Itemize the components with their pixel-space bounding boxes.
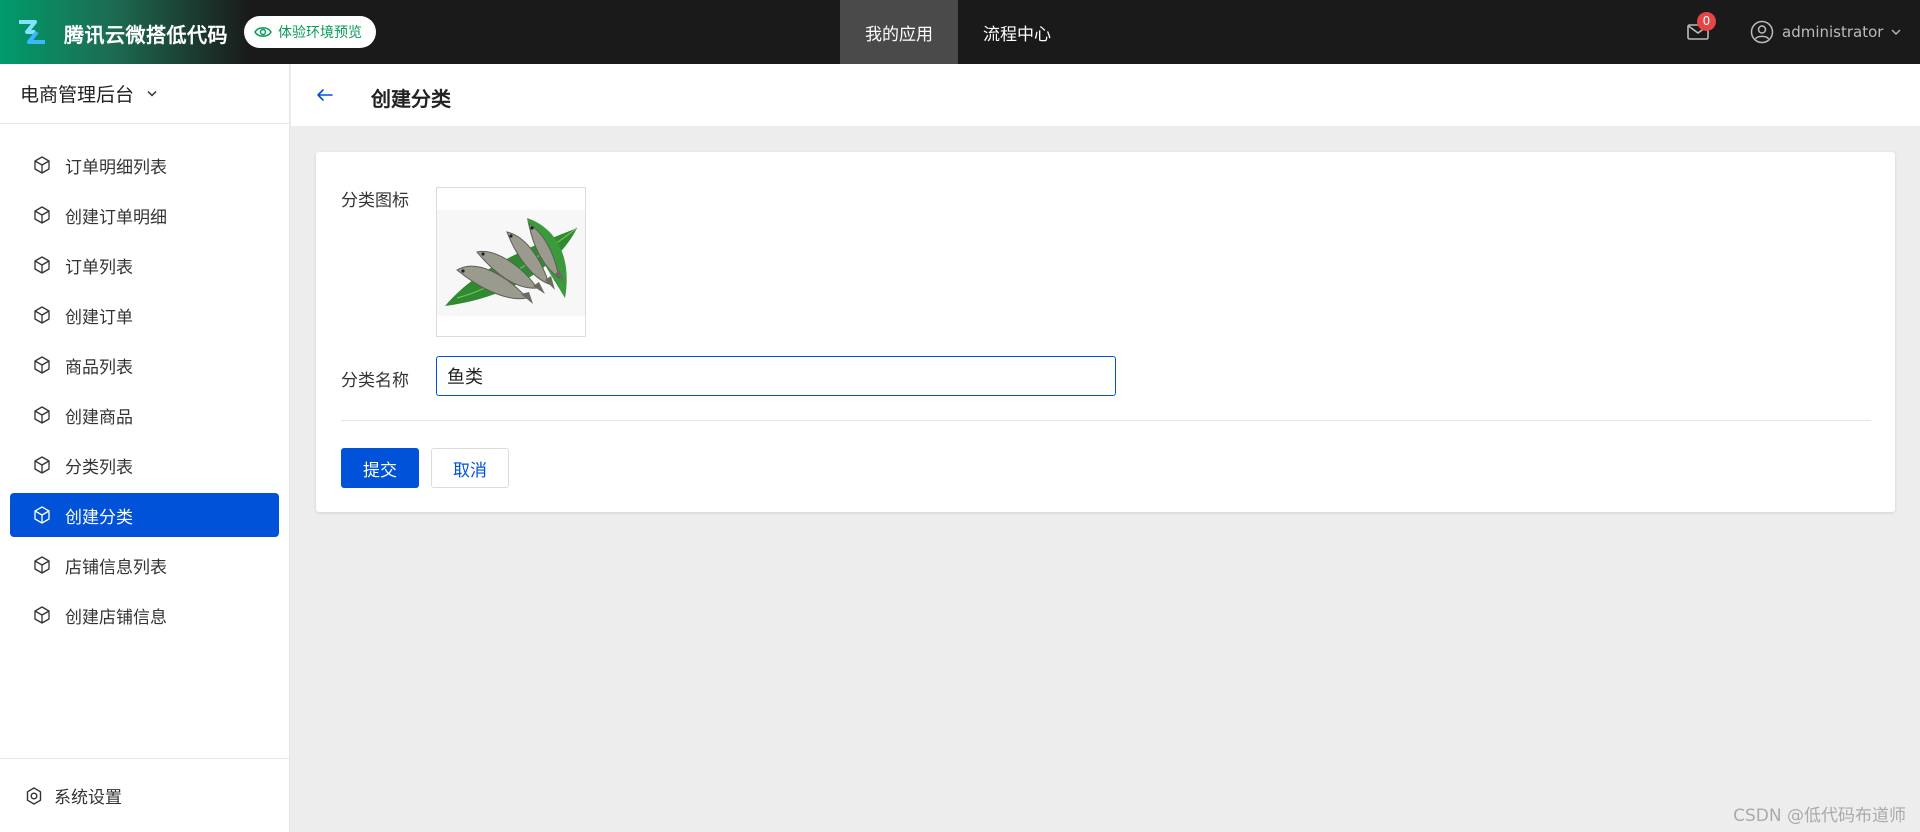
- user-menu[interactable]: administrator: [1750, 20, 1901, 44]
- sidebar-item-create-shop-info[interactable]: 创建店铺信息: [10, 593, 279, 637]
- cube-icon: [34, 306, 50, 324]
- sidebar-item-shop-info-list[interactable]: 店铺信息列表: [10, 543, 279, 587]
- sidebar-item-label: 创建店铺信息: [65, 607, 167, 628]
- gear-icon: [26, 786, 42, 805]
- tab-process-center[interactable]: 流程中心: [958, 0, 1076, 64]
- sidebar-item-label: 订单列表: [65, 257, 133, 278]
- chevron-down-icon: [147, 90, 157, 97]
- sidebar-item-label: 创建商品: [65, 407, 133, 428]
- sidebar-menu: 订单明细列表 创建订单明细 订单列表 创建订单 商品列表 创建商品 分类列表 创…: [0, 124, 289, 637]
- sidebar-item-label: 分类列表: [65, 457, 133, 478]
- sidebar-item-label: 订单明细列表: [65, 157, 167, 178]
- sidebar-item-label: 创建订单: [65, 307, 133, 328]
- cube-icon: [34, 356, 50, 374]
- preview-environment-badge[interactable]: 体验环境预览: [244, 16, 376, 48]
- app-name: 电商管理后台: [20, 84, 135, 106]
- category-icon-label: 分类图标: [341, 191, 409, 211]
- user-avatar-icon: [1750, 20, 1774, 44]
- weida-logo-icon[interactable]: [15, 18, 49, 46]
- sidebar-item-create-category[interactable]: 创建分类: [10, 493, 279, 537]
- tab-my-apps[interactable]: 我的应用: [840, 0, 958, 64]
- chevron-down-icon: [1891, 29, 1901, 35]
- sidebar: 电商管理后台 订单明细列表 创建订单明细 订单列表 创建订单 商品列表 创建商品: [0, 64, 290, 832]
- app-switcher[interactable]: 电商管理后台: [0, 64, 289, 124]
- cube-icon: [34, 506, 50, 524]
- sidebar-item-label: 商品列表: [65, 357, 133, 378]
- category-name-input[interactable]: [436, 356, 1116, 396]
- arrow-left-icon[interactable]: [315, 86, 335, 104]
- category-icon-upload[interactable]: [436, 187, 586, 337]
- sidebar-item-order-list[interactable]: 订单列表: [10, 243, 279, 287]
- page-title: 创建分类: [371, 87, 451, 111]
- settings-label: 系统设置: [54, 788, 122, 808]
- username: administrator: [1782, 23, 1884, 41]
- preview-label: 体验环境预览: [278, 25, 362, 41]
- sidebar-item-product-list[interactable]: 商品列表: [10, 343, 279, 387]
- cube-icon: [34, 456, 50, 474]
- top-bar: 腾讯云微搭低代码 体验环境预览 我的应用 流程中心 0 administrato…: [0, 0, 1920, 64]
- form-card: 分类图标 分类名称 鱼类 提交 取消: [316, 152, 1895, 512]
- category-name-label: 分类名称: [341, 371, 409, 391]
- cube-icon: [34, 256, 50, 274]
- sidebar-item-category-list[interactable]: 分类列表: [10, 443, 279, 487]
- sidebar-item-order-detail-list[interactable]: 订单明细列表: [10, 143, 279, 187]
- sidebar-item-create-order-detail[interactable]: 创建订单明细: [10, 193, 279, 237]
- cube-icon: [34, 606, 50, 624]
- sidebar-item-create-product[interactable]: 创建商品: [10, 393, 279, 437]
- eye-icon: [254, 27, 272, 37]
- sidebar-item-create-order[interactable]: 创建订单: [10, 293, 279, 337]
- sidebar-item-label: 创建分类: [65, 507, 133, 528]
- cube-icon: [34, 156, 50, 174]
- cube-icon: [34, 206, 50, 224]
- sidebar-item-label: 店铺信息列表: [65, 557, 167, 578]
- cube-icon: [34, 556, 50, 574]
- brand-name[interactable]: 腾讯云微搭低代码: [64, 19, 228, 48]
- watermark: CSDN @低代码布道师: [1733, 806, 1906, 826]
- fish-image: [437, 210, 585, 316]
- form-divider: [341, 420, 1871, 421]
- cube-icon: [34, 406, 50, 424]
- sidebar-item-label: 创建订单明细: [65, 207, 167, 228]
- system-settings-button[interactable]: 系统设置: [0, 758, 289, 832]
- top-nav: 我的应用 流程中心: [840, 0, 1076, 64]
- notification-badge: 0: [1697, 12, 1716, 31]
- page-header: 创建分类: [291, 64, 1920, 126]
- submit-button[interactable]: 提交: [341, 448, 419, 488]
- cancel-button[interactable]: 取消: [431, 448, 509, 488]
